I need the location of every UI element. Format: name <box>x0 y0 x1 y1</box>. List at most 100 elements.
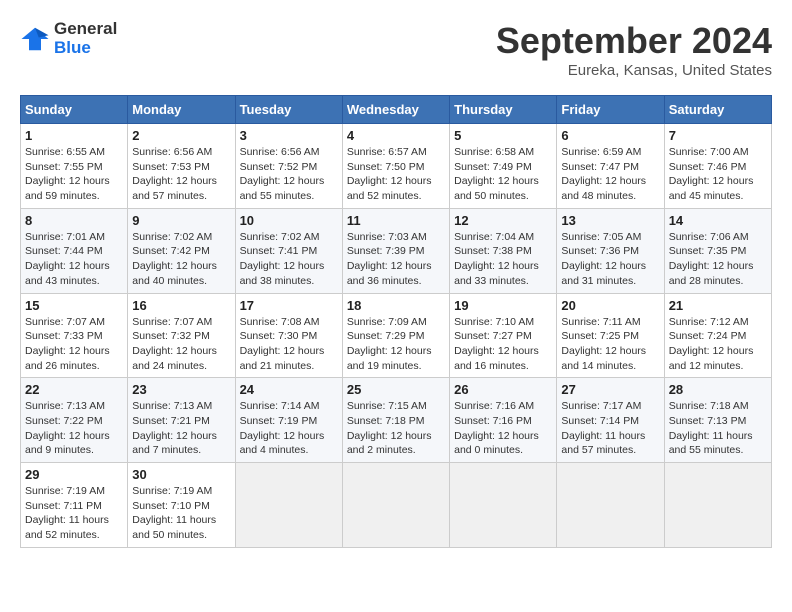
column-header-sunday: Sunday <box>21 96 128 124</box>
calendar-cell: 7 Sunrise: 7:00 AM Sunset: 7:46 PM Daylig… <box>664 124 771 209</box>
day-number: 12 <box>454 213 552 228</box>
column-header-friday: Friday <box>557 96 664 124</box>
day-number: 7 <box>669 128 767 143</box>
calendar-cell <box>557 463 664 548</box>
calendar-cell: 14 Sunrise: 7:06 AM Sunset: 7:35 PM Dayli… <box>664 208 771 293</box>
day-detail: Sunrise: 7:13 AM Sunset: 7:21 PM Dayligh… <box>132 399 230 458</box>
calendar-cell: 1Sunrise: 6:55 AM Sunset: 7:55 PM Daylig… <box>21 124 128 209</box>
day-detail: Sunrise: 6:58 AM Sunset: 7:49 PM Dayligh… <box>454 145 552 204</box>
day-number: 16 <box>132 298 230 313</box>
day-number: 19 <box>454 298 552 313</box>
page-header: General Blue September 2024 Eureka, Kans… <box>20 20 772 79</box>
calendar-cell: 5 Sunrise: 6:58 AM Sunset: 7:49 PM Daylig… <box>450 124 557 209</box>
title-section: September 2024 Eureka, Kansas, United St… <box>496 20 772 79</box>
day-detail: Sunrise: 7:07 AM Sunset: 7:33 PM Dayligh… <box>25 315 123 374</box>
calendar-week-2: 8Sunrise: 7:01 AM Sunset: 7:44 PM Daylig… <box>21 208 772 293</box>
logo-text-line1: General <box>54 20 117 39</box>
calendar-cell <box>664 463 771 548</box>
calendar-cell: 30 Sunrise: 7:19 AM Sunset: 7:10 PM Dayli… <box>128 463 235 548</box>
day-detail: Sunrise: 7:08 AM Sunset: 7:30 PM Dayligh… <box>240 315 338 374</box>
column-header-monday: Monday <box>128 96 235 124</box>
day-number: 26 <box>454 382 552 397</box>
day-detail: Sunrise: 7:12 AM Sunset: 7:24 PM Dayligh… <box>669 315 767 374</box>
column-header-thursday: Thursday <box>450 96 557 124</box>
day-detail: Sunrise: 7:01 AM Sunset: 7:44 PM Dayligh… <box>25 230 123 289</box>
day-detail: Sunrise: 7:03 AM Sunset: 7:39 PM Dayligh… <box>347 230 445 289</box>
day-number: 25 <box>347 382 445 397</box>
calendar-cell: 13Sunrise: 7:05 AM Sunset: 7:36 PM Dayli… <box>557 208 664 293</box>
calendar-cell: 8Sunrise: 7:01 AM Sunset: 7:44 PM Daylig… <box>21 208 128 293</box>
day-number: 28 <box>669 382 767 397</box>
day-number: 30 <box>132 467 230 482</box>
calendar-cell <box>235 463 342 548</box>
day-number: 15 <box>25 298 123 313</box>
day-number: 3 <box>240 128 338 143</box>
logo-icon <box>20 24 50 54</box>
day-number: 5 <box>454 128 552 143</box>
day-number: 2 <box>132 128 230 143</box>
calendar-cell: 15 Sunrise: 7:07 AM Sunset: 7:33 PM Dayli… <box>21 293 128 378</box>
day-number: 13 <box>561 213 659 228</box>
calendar-table: SundayMondayTuesdayWednesdayThursdayFrid… <box>20 95 772 548</box>
calendar-cell: 9 Sunrise: 7:02 AM Sunset: 7:42 PM Daylig… <box>128 208 235 293</box>
column-header-wednesday: Wednesday <box>342 96 449 124</box>
day-detail: Sunrise: 7:18 AM Sunset: 7:13 PM Dayligh… <box>669 399 767 458</box>
calendar-cell: 26 Sunrise: 7:16 AM Sunset: 7:16 PM Dayli… <box>450 378 557 463</box>
column-header-tuesday: Tuesday <box>235 96 342 124</box>
calendar-cell: 10Sunrise: 7:02 AM Sunset: 7:41 PM Dayli… <box>235 208 342 293</box>
day-number: 20 <box>561 298 659 313</box>
day-detail: Sunrise: 7:16 AM Sunset: 7:16 PM Dayligh… <box>454 399 552 458</box>
day-detail: Sunrise: 7:19 AM Sunset: 7:10 PM Dayligh… <box>132 484 230 543</box>
day-number: 27 <box>561 382 659 397</box>
day-detail: Sunrise: 7:09 AM Sunset: 7:29 PM Dayligh… <box>347 315 445 374</box>
day-detail: Sunrise: 7:10 AM Sunset: 7:27 PM Dayligh… <box>454 315 552 374</box>
day-detail: Sunrise: 7:11 AM Sunset: 7:25 PM Dayligh… <box>561 315 659 374</box>
day-number: 4 <box>347 128 445 143</box>
page-title: September 2024 <box>496 20 772 62</box>
day-detail: Sunrise: 7:07 AM Sunset: 7:32 PM Dayligh… <box>132 315 230 374</box>
calendar-week-5: 29Sunrise: 7:19 AM Sunset: 7:11 PM Dayli… <box>21 463 772 548</box>
day-detail: Sunrise: 7:04 AM Sunset: 7:38 PM Dayligh… <box>454 230 552 289</box>
day-detail: Sunrise: 7:15 AM Sunset: 7:18 PM Dayligh… <box>347 399 445 458</box>
day-number: 11 <box>347 213 445 228</box>
logo: General Blue <box>20 20 117 57</box>
calendar-cell: 23 Sunrise: 7:13 AM Sunset: 7:21 PM Dayli… <box>128 378 235 463</box>
calendar-cell: 21 Sunrise: 7:12 AM Sunset: 7:24 PM Dayli… <box>664 293 771 378</box>
day-number: 18 <box>347 298 445 313</box>
calendar-cell: 11 Sunrise: 7:03 AM Sunset: 7:39 PM Dayli… <box>342 208 449 293</box>
day-detail: Sunrise: 7:00 AM Sunset: 7:46 PM Dayligh… <box>669 145 767 204</box>
day-number: 23 <box>132 382 230 397</box>
day-detail: Sunrise: 7:02 AM Sunset: 7:42 PM Dayligh… <box>132 230 230 289</box>
day-detail: Sunrise: 7:06 AM Sunset: 7:35 PM Dayligh… <box>669 230 767 289</box>
calendar-cell: 22Sunrise: 7:13 AM Sunset: 7:22 PM Dayli… <box>21 378 128 463</box>
calendar-week-3: 15 Sunrise: 7:07 AM Sunset: 7:33 PM Dayli… <box>21 293 772 378</box>
calendar-cell: 2 Sunrise: 6:56 AM Sunset: 7:53 PM Daylig… <box>128 124 235 209</box>
calendar-cell: 4Sunrise: 6:57 AM Sunset: 7:50 PM Daylig… <box>342 124 449 209</box>
day-detail: Sunrise: 7:19 AM Sunset: 7:11 PM Dayligh… <box>25 484 123 543</box>
day-number: 14 <box>669 213 767 228</box>
day-number: 21 <box>669 298 767 313</box>
calendar-week-1: 1Sunrise: 6:55 AM Sunset: 7:55 PM Daylig… <box>21 124 772 209</box>
calendar-header: SundayMondayTuesdayWednesdayThursdayFrid… <box>21 96 772 124</box>
day-detail: Sunrise: 7:17 AM Sunset: 7:14 PM Dayligh… <box>561 399 659 458</box>
day-number: 10 <box>240 213 338 228</box>
calendar-cell: 18 Sunrise: 7:09 AM Sunset: 7:29 PM Dayli… <box>342 293 449 378</box>
page-subtitle: Eureka, Kansas, United States <box>496 62 772 79</box>
calendar-cell: 28 Sunrise: 7:18 AM Sunset: 7:13 PM Dayli… <box>664 378 771 463</box>
day-detail: Sunrise: 6:56 AM Sunset: 7:53 PM Dayligh… <box>132 145 230 204</box>
calendar-week-4: 22Sunrise: 7:13 AM Sunset: 7:22 PM Dayli… <box>21 378 772 463</box>
calendar-cell: 12 Sunrise: 7:04 AM Sunset: 7:38 PM Dayli… <box>450 208 557 293</box>
day-number: 1 <box>25 128 123 143</box>
day-number: 24 <box>240 382 338 397</box>
day-detail: Sunrise: 6:59 AM Sunset: 7:47 PM Dayligh… <box>561 145 659 204</box>
calendar-cell: 6Sunrise: 6:59 AM Sunset: 7:47 PM Daylig… <box>557 124 664 209</box>
calendar-cell: 20 Sunrise: 7:11 AM Sunset: 7:25 PM Dayli… <box>557 293 664 378</box>
calendar-cell: 19 Sunrise: 7:10 AM Sunset: 7:27 PM Dayli… <box>450 293 557 378</box>
calendar-cell: 3 Sunrise: 6:56 AM Sunset: 7:52 PM Daylig… <box>235 124 342 209</box>
day-detail: Sunrise: 7:14 AM Sunset: 7:19 PM Dayligh… <box>240 399 338 458</box>
calendar-body: 1Sunrise: 6:55 AM Sunset: 7:55 PM Daylig… <box>21 124 772 548</box>
day-number: 9 <box>132 213 230 228</box>
day-number: 17 <box>240 298 338 313</box>
calendar-cell: 16 Sunrise: 7:07 AM Sunset: 7:32 PM Dayli… <box>128 293 235 378</box>
day-detail: Sunrise: 6:56 AM Sunset: 7:52 PM Dayligh… <box>240 145 338 204</box>
